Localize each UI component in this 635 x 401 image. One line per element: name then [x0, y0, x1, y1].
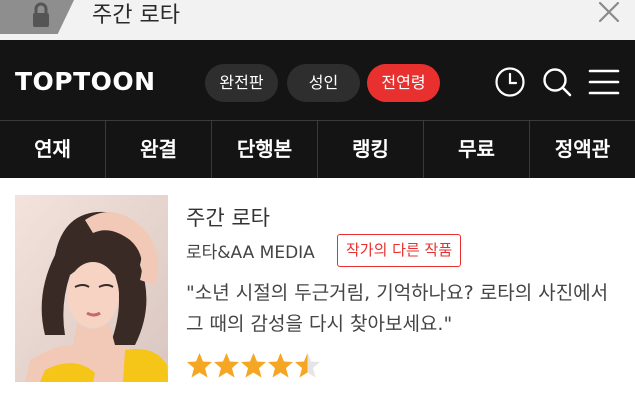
- filter-all-ages-button[interactable]: 전연령: [367, 64, 440, 102]
- menu-icon[interactable]: [588, 66, 620, 98]
- search-icon[interactable]: [541, 66, 573, 98]
- series-title: 주간 로타: [186, 206, 270, 230]
- nav-item-free[interactable]: 무료: [423, 121, 529, 178]
- star-full-icon: [214, 353, 239, 378]
- close-icon[interactable]: [597, 0, 621, 24]
- filter-complete-edition-button[interactable]: 완전판: [205, 64, 278, 102]
- nav-item-ranking[interactable]: 랭킹: [317, 121, 423, 178]
- star-half-icon: [295, 353, 320, 378]
- nav-item-volumes[interactable]: 단행본: [211, 121, 317, 178]
- nav-item-completed[interactable]: 완결: [105, 121, 211, 178]
- toptoon-logo[interactable]: TOPTOON: [15, 67, 156, 96]
- series-thumbnail[interactable]: [15, 195, 168, 382]
- nav-item-subscription[interactable]: 정액관: [529, 121, 635, 178]
- series-description: "소년 시절의 두근거림, 기억하나요? 로타의 사진에서 그 때의 감성을 다…: [186, 282, 609, 335]
- page-title: 주간 로타: [92, 3, 180, 28]
- category-nav: 연재 완결 단행본 랭킹 무료 정액관: [0, 120, 635, 178]
- series-author: 로타&AA MEDIA: [186, 243, 315, 263]
- star-full-icon: [241, 353, 266, 378]
- clock-icon[interactable]: [494, 66, 526, 98]
- rating-stars: [186, 352, 321, 382]
- nav-item-serializing[interactable]: 연재: [0, 121, 105, 178]
- security-tab[interactable]: [0, 0, 74, 34]
- browser-top-bar: 주간 로타: [0, 0, 635, 40]
- filter-adult-button[interactable]: 성인: [287, 64, 360, 102]
- other-works-button[interactable]: 작가의 다른 작품: [337, 234, 462, 267]
- site-header: TOPTOON 완전판 성인 전연령: [0, 40, 635, 120]
- star-full-icon: [268, 353, 293, 378]
- star-full-icon: [187, 353, 212, 378]
- lock-icon: [33, 2, 49, 27]
